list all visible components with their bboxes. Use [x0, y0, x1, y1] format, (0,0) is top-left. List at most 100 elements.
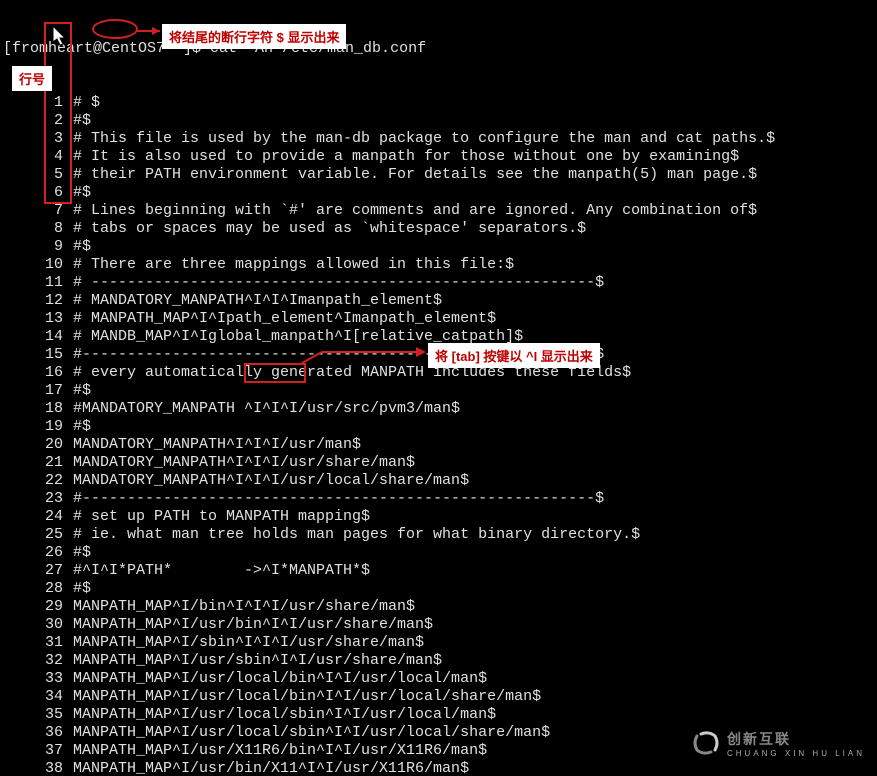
tab-annotation: 将 [tab] 按键以 ^I 显示出来 — [428, 343, 600, 368]
line-number: 11 — [3, 274, 73, 292]
line-content: #$ — [73, 418, 877, 436]
output-line: 10# There are three mappings allowed in … — [3, 256, 877, 274]
line-number: 21 — [3, 454, 73, 472]
line-content: MANPATH_MAP^I/usr/local/sbin^I^I/usr/loc… — [73, 706, 877, 724]
line-content: MANPATH_MAP^I/usr/bin/X11^I^I/usr/X11R6/… — [73, 760, 877, 776]
output-line: 1# $ — [3, 94, 877, 112]
line-number-highlight-box — [44, 22, 72, 204]
line-number: 17 — [3, 382, 73, 400]
output-line: 20MANDATORY_MANPATH^I^I^I/usr/man$ — [3, 436, 877, 454]
output-line: 35MANPATH_MAP^I/usr/local/sbin^I^I/usr/l… — [3, 706, 877, 724]
line-number: 31 — [3, 634, 73, 652]
watermark-logo: 创新互联 CHUANG XIN HU LIAN — [691, 728, 865, 758]
line-content: # There are three mappings allowed in th… — [73, 256, 877, 274]
line-content: # ie. what man tree holds man pages for … — [73, 526, 877, 544]
line-content: #$ — [73, 382, 877, 400]
line-content: #$ — [73, 580, 877, 598]
line-content: MANPATH_MAP^I/bin^I^I^I/usr/share/man$ — [73, 598, 877, 616]
line-content: #$ — [73, 112, 877, 130]
output-line: 8# tabs or spaces may be used as `whites… — [3, 220, 877, 238]
output-line: 21MANDATORY_MANPATH^I^I^I/usr/share/man$ — [3, 454, 877, 472]
line-content: #$ — [73, 184, 877, 202]
output-line: 4# It is also used to provide a manpath … — [3, 148, 877, 166]
line-number: 9 — [3, 238, 73, 256]
line-number: 20 — [3, 436, 73, 454]
line-content: MANDATORY_MANPATH^I^I^I/usr/man$ — [73, 436, 877, 454]
output-line: 26#$ — [3, 544, 877, 562]
line-content: #---------------------------------------… — [73, 490, 877, 508]
output-line: 12# MANDATORY_MANPATH^I^I^Imanpath_eleme… — [3, 292, 877, 310]
output-line: 33MANPATH_MAP^I/usr/local/bin^I^I/usr/lo… — [3, 670, 877, 688]
line-content: MANPATH_MAP^I/usr/local/bin^I^I/usr/loca… — [73, 688, 877, 706]
output-line: 2#$ — [3, 112, 877, 130]
logo-text: 创新互联 — [727, 731, 791, 747]
line-number: 26 — [3, 544, 73, 562]
output-line: 13# MANPATH_MAP^I^Ipath_element^Imanpath… — [3, 310, 877, 328]
line-number: 12 — [3, 292, 73, 310]
output-line: 27#^I^I*PATH* ->^I*MANPATH*$ — [3, 562, 877, 580]
line-number: 13 — [3, 310, 73, 328]
output-line: 38MANPATH_MAP^I/usr/bin/X11^I^I/usr/X11R… — [3, 760, 877, 776]
output-line: 11# ------------------------------------… — [3, 274, 877, 292]
line-number: 8 — [3, 220, 73, 238]
line-content: # MANDATORY_MANPATH^I^I^Imanpath_element… — [73, 292, 877, 310]
line-content: # tabs or spaces may be used as `whitesp… — [73, 220, 877, 238]
line-content: MANPATH_MAP^I/usr/sbin^I^I/usr/share/man… — [73, 652, 877, 670]
terminal-window[interactable]: [fromheart@CentOS7 ~]$ cat -An /etc/man_… — [0, 0, 877, 776]
line-number: 22 — [3, 472, 73, 490]
output-line: 29MANPATH_MAP^I/bin^I^I^I/usr/share/man$ — [3, 598, 877, 616]
output-line: 32MANPATH_MAP^I/usr/sbin^I^I/usr/share/m… — [3, 652, 877, 670]
line-number: 19 — [3, 418, 73, 436]
line-content: # MANPATH_MAP^I^Ipath_element^Imanpath_e… — [73, 310, 877, 328]
output-line: 18#MANDATORY_MANPATH ^I^I^I/usr/src/pvm3… — [3, 400, 877, 418]
output-line: 7# Lines beginning with `#' are comments… — [3, 202, 877, 220]
tab-char-highlight-box — [244, 363, 306, 383]
line-content: MANPATH_MAP^I/usr/local/bin^I^I/usr/loca… — [73, 670, 877, 688]
line-number: 30 — [3, 616, 73, 634]
output-line: 5# their PATH environment variable. For … — [3, 166, 877, 184]
line-content: #^I^I*PATH* ->^I*MANPATH*$ — [73, 562, 877, 580]
line-number: 33 — [3, 670, 73, 688]
output-line: 23#-------------------------------------… — [3, 490, 877, 508]
output-line: 17#$ — [3, 382, 877, 400]
line-content: MANPATH_MAP^I/usr/bin^I^I/usr/share/man$ — [73, 616, 877, 634]
line-content: # set up PATH to MANPATH mapping$ — [73, 508, 877, 526]
line-content: MANDATORY_MANPATH^I^I^I/usr/local/share/… — [73, 472, 877, 490]
line-content: # This file is used by the man-db packag… — [73, 130, 877, 148]
line-number: 25 — [3, 526, 73, 544]
output-line: 25# ie. what man tree holds man pages fo… — [3, 526, 877, 544]
line-number: 36 — [3, 724, 73, 742]
line-number: 15 — [3, 346, 73, 364]
output-line: 22MANDATORY_MANPATH^I^I^I/usr/local/shar… — [3, 472, 877, 490]
dollar-annotation: 将结尾的断行字符 $ 显示出来 — [162, 24, 346, 49]
line-content: #MANDATORY_MANPATH ^I^I^I/usr/src/pvm3/m… — [73, 400, 877, 418]
output-line: 3# This file is used by the man-db packa… — [3, 130, 877, 148]
line-number: 7 — [3, 202, 73, 220]
output-line: 31MANPATH_MAP^I/sbin^I^I^I/usr/share/man… — [3, 634, 877, 652]
line-content: # --------------------------------------… — [73, 274, 877, 292]
line-content: #$ — [73, 238, 877, 256]
file-output: 1# $2#$3# This file is used by the man-d… — [3, 94, 877, 776]
line-content: MANDATORY_MANPATH^I^I^I/usr/share/man$ — [73, 454, 877, 472]
line-content: # Lines beginning with `#' are comments … — [73, 202, 877, 220]
line-number-annotation: 行号 — [12, 66, 52, 91]
line-number: 16 — [3, 364, 73, 382]
line-content: MANPATH_MAP^I/sbin^I^I^I/usr/share/man$ — [73, 634, 877, 652]
line-number: 14 — [3, 328, 73, 346]
logo-subtext: CHUANG XIN HU LIAN — [727, 749, 865, 758]
line-number: 35 — [3, 706, 73, 724]
line-content: #$ — [73, 544, 877, 562]
line-number: 23 — [3, 490, 73, 508]
line-number: 38 — [3, 760, 73, 776]
line-number: 18 — [3, 400, 73, 418]
line-number: 34 — [3, 688, 73, 706]
output-line: 34MANPATH_MAP^I/usr/local/bin^I^I/usr/lo… — [3, 688, 877, 706]
line-number: 28 — [3, 580, 73, 598]
output-line: 24# set up PATH to MANPATH mapping$ — [3, 508, 877, 526]
line-number: 24 — [3, 508, 73, 526]
line-content: # $ — [73, 94, 877, 112]
output-line: 19#$ — [3, 418, 877, 436]
line-number: 27 — [3, 562, 73, 580]
output-line: 6#$ — [3, 184, 877, 202]
logo-icon — [691, 728, 721, 758]
